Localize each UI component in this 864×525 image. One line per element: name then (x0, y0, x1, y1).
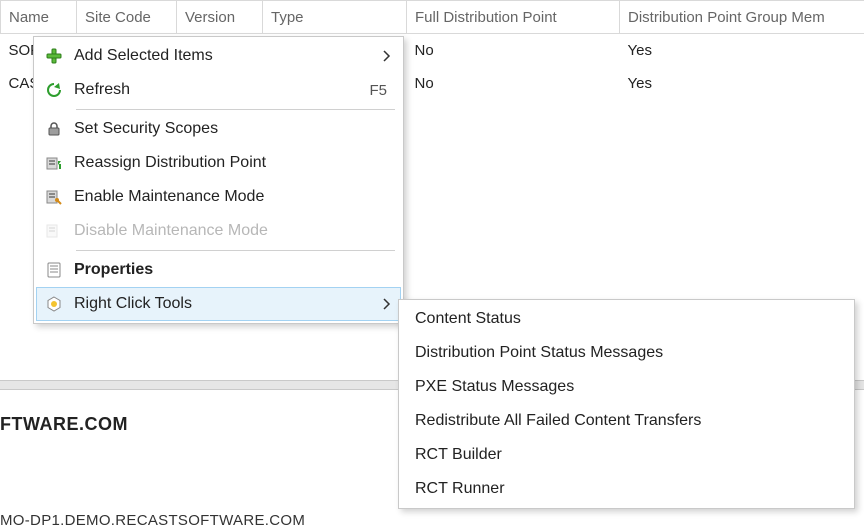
cell-fulldp: No (407, 34, 620, 67)
plus-icon (40, 47, 68, 65)
menu-disable-maintenance: Disable Maintenance Mode (36, 214, 401, 248)
header-row[interactable]: Name Site Code Version Type Full Distrib… (1, 1, 864, 34)
menu-label: RCT Runner (415, 480, 842, 498)
menu-label: Enable Maintenance Mode (74, 188, 391, 206)
cell-group: Yes (620, 34, 864, 67)
menu-reassign-dp[interactable]: Reassign Distribution Point (36, 146, 401, 180)
menu-right-click-tools[interactable]: Right Click Tools (36, 287, 401, 321)
refresh-icon (40, 81, 68, 99)
menu-label: PXE Status Messages (415, 378, 842, 396)
rct-submenu[interactable]: Content Status Distribution Point Status… (398, 299, 855, 509)
menu-label: Set Security Scopes (74, 120, 391, 138)
menu-properties[interactable]: Properties (36, 253, 401, 287)
menu-separator (76, 250, 395, 251)
menu-add-selected-items[interactable]: Add Selected Items (36, 39, 401, 73)
col-site-code[interactable]: Site Code (77, 1, 177, 34)
lock-icon (40, 120, 68, 138)
submenu-redistribute-failed[interactable]: Redistribute All Failed Content Transfer… (401, 404, 852, 438)
server-wrench-off-icon (40, 222, 68, 240)
submenu-content-status[interactable]: Content Status (401, 302, 852, 336)
menu-label: RCT Builder (415, 446, 842, 464)
submenu-rct-runner[interactable]: RCT Runner (401, 472, 852, 506)
context-menu[interactable]: Add Selected Items Refresh F5 Set Securi… (33, 36, 404, 324)
col-dp-group[interactable]: Distribution Point Group Mem (620, 1, 864, 34)
col-name[interactable]: Name (1, 1, 77, 34)
menu-label: Refresh (74, 81, 369, 99)
submenu-pxe-status-messages[interactable]: PXE Status Messages (401, 370, 852, 404)
rct-hex-icon (40, 295, 68, 313)
menu-label: Distribution Point Status Messages (415, 344, 842, 362)
details-subtitle: MO-DP1.DEMO.RECASTSOFTWARE.COM (0, 512, 305, 525)
cell-fulldp: No (407, 67, 620, 100)
col-full-dp[interactable]: Full Distribution Point (407, 1, 620, 34)
menu-separator (76, 109, 395, 110)
cell-group: Yes (620, 67, 864, 100)
menu-refresh[interactable]: Refresh F5 (36, 73, 401, 107)
submenu-dp-status-messages[interactable]: Distribution Point Status Messages (401, 336, 852, 370)
submenu-arrow-icon (383, 298, 391, 310)
menu-label: Disable Maintenance Mode (74, 222, 391, 240)
menu-set-security-scopes[interactable]: Set Security Scopes (36, 112, 401, 146)
menu-label: Add Selected Items (74, 47, 373, 65)
submenu-arrow-icon (383, 50, 391, 62)
submenu-rct-builder[interactable]: RCT Builder (401, 438, 852, 472)
menu-label: Right Click Tools (74, 295, 373, 313)
details-title: FTWARE.COM (0, 414, 128, 435)
menu-label: Content Status (415, 310, 842, 328)
menu-accelerator: F5 (369, 82, 387, 99)
menu-enable-maintenance[interactable]: Enable Maintenance Mode (36, 180, 401, 214)
menu-label: Properties (74, 261, 391, 279)
menu-label: Redistribute All Failed Content Transfer… (415, 412, 842, 430)
properties-icon (40, 261, 68, 279)
col-version[interactable]: Version (177, 1, 263, 34)
server-wrench-icon (40, 188, 68, 206)
col-type[interactable]: Type (263, 1, 407, 34)
menu-label: Reassign Distribution Point (74, 154, 391, 172)
server-up-icon (40, 154, 68, 172)
